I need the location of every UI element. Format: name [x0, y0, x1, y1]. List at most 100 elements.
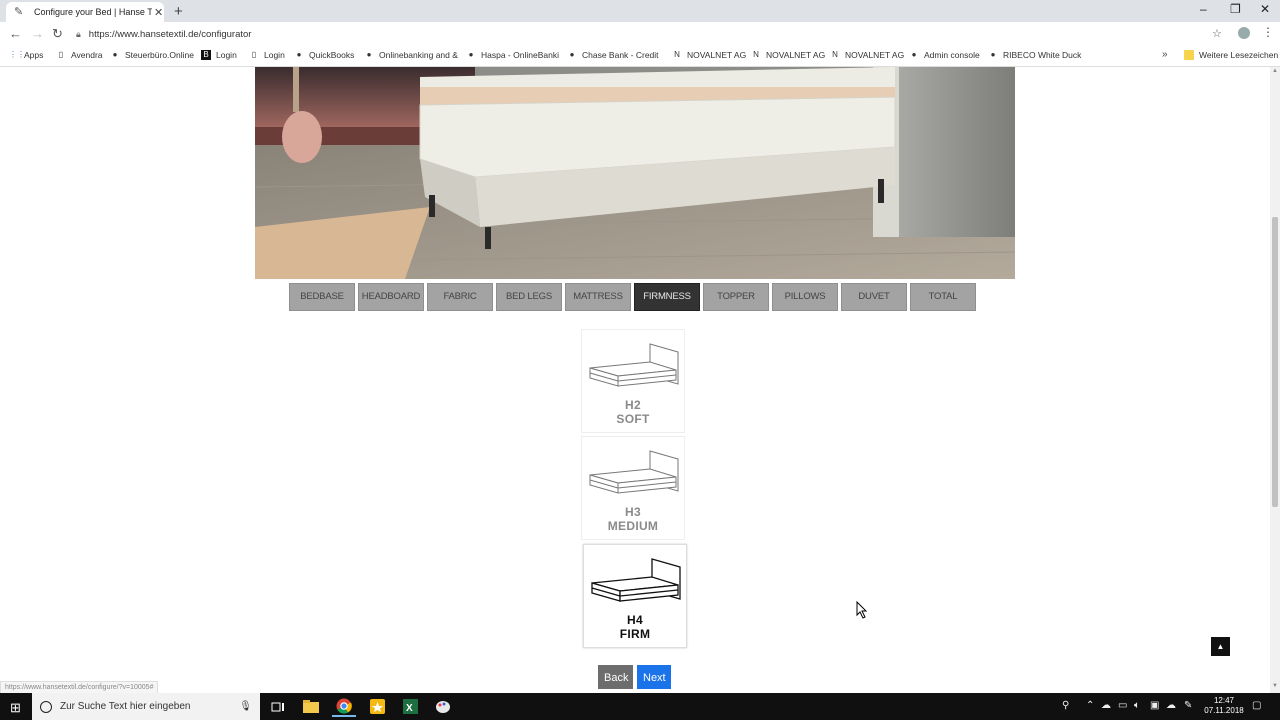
- profile-avatar-icon[interactable]: [1238, 27, 1250, 39]
- firmness-level: H3: [625, 505, 641, 519]
- scroll-down-arrow-icon[interactable]: ▼: [1272, 683, 1278, 689]
- firmness-option-firm[interactable]: H4 FIRM: [583, 544, 687, 648]
- back-button[interactable]: Back: [598, 665, 633, 689]
- notifications-icon[interactable]: ▢: [1252, 700, 1261, 711]
- back-arrow-icon[interactable]: ←: [9, 26, 22, 41]
- admin-icon: ●: [911, 50, 917, 59]
- url-field[interactable]: 🔒︎ https://www.hansetextil.de/configurat…: [76, 25, 1196, 43]
- forward-arrow-icon[interactable]: →: [31, 26, 44, 41]
- mouse-cursor-icon: [856, 601, 868, 619]
- step-tab-firmness[interactable]: FIRMNESS: [634, 283, 700, 311]
- bookmark-item[interactable]: ● QuickBooks: [294, 50, 355, 60]
- status-link-url: https://www.hansetextil.de/configure/?v=…: [0, 681, 159, 693]
- step-tab-total[interactable]: TOTAL: [910, 283, 976, 311]
- windows-start-icon[interactable]: ⊞: [10, 700, 21, 716]
- step-tab-headboard[interactable]: HEADBOARD: [358, 283, 424, 311]
- bed-firmness-icon: [589, 343, 679, 387]
- bookmark-label: Login: [216, 50, 237, 60]
- pen-icon[interactable]: ✎: [1184, 700, 1192, 711]
- step-tab-bedbase[interactable]: BEDBASE: [289, 283, 355, 311]
- bookmark-item[interactable]: ● RIBECO White Duck: [988, 50, 1082, 60]
- bookmark-item[interactable]: N NOVALNET AG: [751, 50, 825, 60]
- microphone-icon[interactable]: 🎙︎: [239, 701, 252, 712]
- bookmark-label: Steuerbüro.Online: [125, 50, 194, 60]
- haspa-icon: ●: [468, 50, 474, 59]
- step-tab-topper[interactable]: TOPPER: [703, 283, 769, 311]
- step-tab-mattress[interactable]: MATTRESS: [565, 283, 631, 311]
- bookmark-item[interactable]: N NOVALNET AG: [672, 50, 746, 60]
- people-icon[interactable]: ⚲: [1062, 700, 1069, 711]
- paint-app-icon[interactable]: [431, 696, 455, 717]
- step-tab-duvet[interactable]: DUVET: [841, 283, 907, 311]
- minimize-icon[interactable]: –: [1200, 2, 1207, 16]
- novalnet-icon: N: [832, 50, 838, 59]
- volume-icon[interactable]: 🔈︎: [1134, 700, 1140, 711]
- svg-text:X: X: [406, 703, 413, 714]
- bookmark-item[interactable]: N NOVALNET AG: [830, 50, 904, 60]
- step-tab-fabric[interactable]: FABRIC: [427, 283, 493, 311]
- bookmark-label: Haspa - OnlineBanki: [481, 50, 559, 60]
- window-close-icon[interactable]: ✕: [1260, 2, 1270, 16]
- chase-icon: ●: [569, 50, 575, 59]
- bookmark-star-icon[interactable]: ☆: [1212, 27, 1222, 40]
- bed-scene-illustration: [255, 67, 1015, 279]
- firmness-option-soft[interactable]: H2 SOFT: [581, 329, 685, 433]
- bookmark-item[interactable]: ▯ Avendra: [56, 50, 103, 60]
- cortana-icon: [40, 700, 52, 713]
- firmness-label: FIRM: [619, 627, 651, 641]
- url-text: https://www.hansetextil.de/configurator: [88, 28, 252, 40]
- bookmark-label: Apps: [24, 50, 44, 60]
- scroll-to-top-icon[interactable]: ▲: [1211, 637, 1230, 656]
- network-icon[interactable]: ▣: [1150, 700, 1159, 711]
- bookmark-item[interactable]: ● Steuerbüro.Online: [110, 50, 194, 60]
- quickbooks-icon: ●: [296, 50, 302, 59]
- battery-icon[interactable]: ▭: [1118, 700, 1127, 711]
- taskbar-search-field[interactable]: Zur Suche Text hier eingeben 🎙︎: [32, 693, 260, 720]
- tab-close-icon[interactable]: ✕: [154, 6, 163, 19]
- bookmarks-overflow-icon[interactable]: »: [1162, 49, 1168, 60]
- step-tab-pillows[interactable]: PILLOWS: [772, 283, 838, 311]
- bookmark-item[interactable]: B Login: [201, 50, 237, 60]
- other-bookmarks-label: Weitere Lesezeichen: [1199, 50, 1279, 60]
- bed-firmness-icon: [591, 558, 681, 602]
- novalnet-icon: N: [674, 50, 680, 59]
- onedrive-icon[interactable]: ☁: [1101, 700, 1111, 711]
- next-button[interactable]: Next: [637, 665, 671, 689]
- page-icon: ▯: [58, 50, 64, 59]
- browser-tab[interactable]: ✎ Configure your Bed | Hanse Textil ✕: [6, 2, 164, 22]
- search-placeholder: Zur Suche Text hier eingeben: [60, 701, 191, 712]
- bookmark-item[interactable]: ⋮⋮ Apps: [9, 50, 43, 60]
- bookmark-label: Admin console: [924, 50, 980, 60]
- chrome-icon[interactable]: [332, 696, 356, 717]
- ribeco-icon: ●: [990, 50, 996, 59]
- bookmark-item[interactable]: ▯ Login: [249, 50, 285, 60]
- other-bookmarks-folder[interactable]: Weitere Lesezeichen: [1184, 50, 1278, 60]
- file-explorer-icon[interactable]: [299, 696, 323, 717]
- step-tab-bed-legs[interactable]: BED LEGS: [496, 283, 562, 311]
- cloud-sync-icon[interactable]: ☁: [1166, 700, 1176, 711]
- bookmark-item[interactable]: ● Admin console: [909, 50, 980, 60]
- apps-grid-icon: ⋮⋮: [9, 50, 25, 59]
- bookmark-label: QuickBooks: [309, 50, 355, 60]
- page-scrollbar[interactable]: [1270, 67, 1280, 693]
- windows-taskbar: ⊞ Zur Suche Text hier eingeben 🎙︎ X ⚲ ⌃ …: [0, 693, 1280, 720]
- lock-icon: 🔒︎: [76, 28, 81, 39]
- bookmark-item[interactable]: ● Onlinebanking and &: [364, 50, 458, 60]
- sticky-app-icon[interactable]: [365, 696, 389, 717]
- firmness-label: MEDIUM: [607, 519, 659, 533]
- bookmark-label: Onlinebanking and &: [379, 50, 458, 60]
- system-clock[interactable]: 12:47 07.11.2018: [1203, 696, 1245, 716]
- task-view-icon[interactable]: [266, 696, 290, 717]
- b-logo-icon: B: [201, 50, 211, 60]
- bookmark-item[interactable]: ● Chase Bank - Credit: [567, 50, 659, 60]
- reload-icon[interactable]: ↻: [52, 26, 63, 42]
- firmness-option-medium[interactable]: H3 MEDIUM: [581, 436, 685, 540]
- bookmark-item[interactable]: ● Haspa - OnlineBanki: [466, 50, 559, 60]
- scrollbar-thumb[interactable]: [1272, 217, 1278, 507]
- scroll-up-arrow-icon[interactable]: ▲: [1272, 68, 1278, 74]
- browser-menu-icon[interactable]: ⋮: [1262, 25, 1274, 39]
- new-tab-icon[interactable]: +: [174, 3, 183, 20]
- excel-icon[interactable]: X: [398, 696, 422, 717]
- restore-icon[interactable]: ❐: [1230, 2, 1241, 16]
- tray-chevron-icon[interactable]: ⌃: [1086, 700, 1094, 711]
